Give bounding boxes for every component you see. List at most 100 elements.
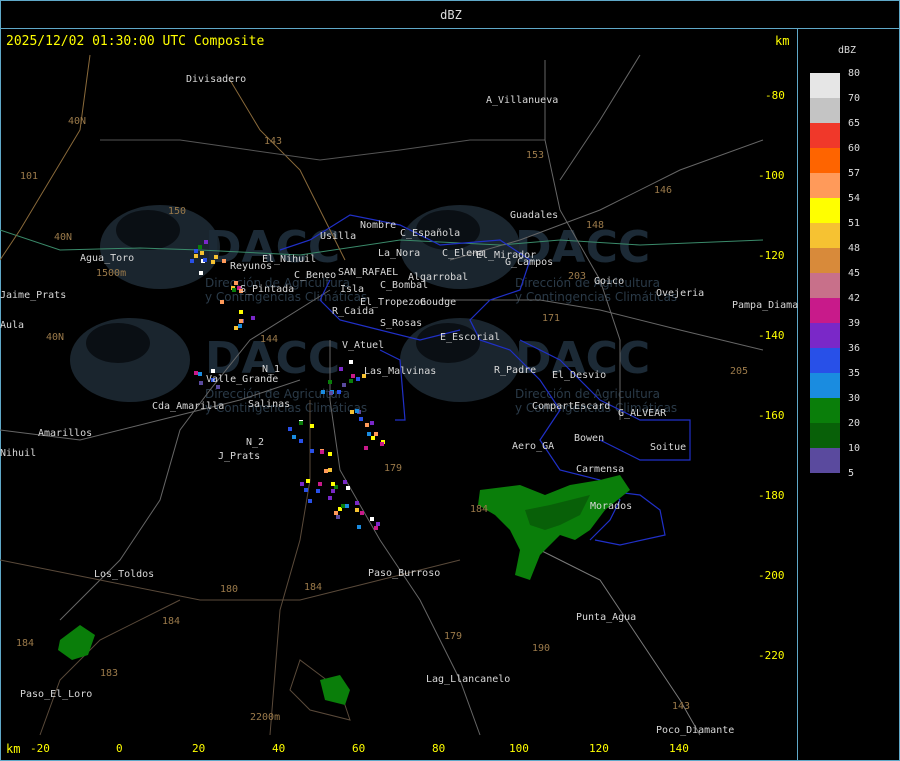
svg-text:SAN_RAFAEL: SAN_RAFAEL bbox=[338, 267, 398, 278]
echo-cluster-south bbox=[320, 675, 350, 705]
place-labels: Divisadero A_Villanueva Guadales Usilla … bbox=[0, 74, 798, 736]
echo-cell bbox=[204, 240, 208, 244]
y-tick: -80 bbox=[765, 89, 785, 102]
svg-text:179: 179 bbox=[384, 463, 402, 474]
svg-text:Divisadero: Divisadero bbox=[186, 74, 246, 85]
svg-text:Cda_Amarilla: Cda_Amarilla bbox=[152, 401, 224, 412]
x-tick: 40 bbox=[272, 742, 286, 755]
svg-text:C_Bombal: C_Bombal bbox=[380, 280, 428, 291]
echo-cell bbox=[357, 525, 361, 529]
legend-label: 57 bbox=[848, 168, 861, 179]
svg-text:Guadales: Guadales bbox=[510, 210, 558, 221]
echo-cell bbox=[198, 372, 202, 376]
legend-swatch bbox=[810, 273, 840, 298]
legend-label: 35 bbox=[848, 368, 861, 379]
y-tick: -220 bbox=[758, 649, 785, 662]
y-tick: -100 bbox=[758, 169, 785, 182]
svg-text:148: 148 bbox=[586, 220, 604, 231]
svg-text:40N: 40N bbox=[54, 232, 72, 243]
legend-label: 20 bbox=[848, 418, 861, 429]
watermark-brand: DACC bbox=[205, 222, 340, 273]
echo-cluster-southwest bbox=[58, 625, 95, 660]
svg-text:El_Desvio: El_Desvio bbox=[552, 370, 606, 381]
svg-text:150: 150 bbox=[168, 206, 186, 217]
svg-text:184: 184 bbox=[16, 638, 34, 649]
echo-cell bbox=[199, 271, 203, 275]
echo-cell bbox=[194, 254, 198, 258]
radar-map[interactable]: DACC Dirección de Agricultura y Continge… bbox=[0, 0, 798, 761]
svg-text:Pampa_Diamante: Pampa_Diamante bbox=[732, 300, 798, 311]
legend-label: 48 bbox=[848, 243, 861, 254]
svg-text:205: 205 bbox=[730, 366, 748, 377]
svg-text:Salinas: Salinas bbox=[248, 399, 290, 410]
x-tick: 60 bbox=[352, 742, 366, 755]
echo-cell bbox=[194, 371, 198, 375]
echo-cell bbox=[239, 310, 243, 314]
y-axis-unit: km bbox=[775, 34, 790, 48]
svg-text:40N: 40N bbox=[68, 116, 86, 127]
x-tick: 120 bbox=[589, 742, 609, 755]
x-tick: 20 bbox=[192, 742, 206, 755]
echo-cell bbox=[239, 319, 243, 323]
echo-cell bbox=[339, 367, 343, 371]
echo-cell bbox=[198, 245, 202, 249]
echo-cell bbox=[359, 417, 363, 421]
svg-text:R_Padre: R_Padre bbox=[494, 365, 536, 376]
x-tick: 140 bbox=[669, 742, 689, 755]
legend-swatch bbox=[810, 348, 840, 373]
watermark-subtitle: y Contingencias Climáticas bbox=[515, 290, 677, 304]
svg-text:184: 184 bbox=[304, 582, 322, 593]
x-tick: -20 bbox=[30, 742, 50, 755]
echo-cell bbox=[321, 390, 325, 394]
svg-text:N_1: N_1 bbox=[262, 364, 280, 375]
svg-text:Aero_GA: Aero_GA bbox=[512, 441, 554, 452]
svg-text:144: 144 bbox=[260, 334, 278, 345]
echo-cell bbox=[190, 259, 194, 263]
legend-label: 5 bbox=[848, 468, 855, 479]
echo-cell bbox=[199, 381, 203, 385]
legend-label: 36 bbox=[848, 343, 861, 354]
svg-text:Jaime_Prats: Jaime_Prats bbox=[0, 290, 66, 301]
echo-cell bbox=[370, 517, 374, 521]
svg-text:Poco_Diamante: Poco_Diamante bbox=[656, 725, 734, 736]
svg-text:Carmensa: Carmensa bbox=[576, 464, 624, 475]
legend-label: 70 bbox=[848, 93, 861, 104]
legend-swatch bbox=[810, 198, 840, 223]
echo-cell bbox=[345, 504, 349, 508]
echo-cell bbox=[364, 446, 368, 450]
echo-cell bbox=[214, 255, 218, 259]
svg-text:203: 203 bbox=[568, 271, 586, 282]
svg-text:Nihuil: Nihuil bbox=[0, 448, 36, 459]
x-tick: 80 bbox=[432, 742, 446, 755]
echo-cell bbox=[343, 480, 347, 484]
echo-cell bbox=[331, 489, 335, 493]
svg-text:J_Prats: J_Prats bbox=[218, 451, 260, 462]
svg-text:C_Española: C_Española bbox=[400, 228, 460, 239]
timestamp-label: 2025/12/02 01:30:00 UTC Composite bbox=[6, 34, 265, 49]
precip-echoes bbox=[58, 475, 630, 705]
svg-text:S_Pintada: S_Pintada bbox=[240, 284, 294, 295]
svg-text:153: 153 bbox=[526, 150, 544, 161]
svg-text:190: 190 bbox=[532, 643, 550, 654]
svg-text:C_Beneo: C_Beneo bbox=[294, 270, 336, 281]
echo-cell bbox=[222, 259, 226, 263]
svg-text:Bowen: Bowen bbox=[574, 433, 604, 444]
legend-swatch bbox=[810, 73, 840, 98]
svg-text:Lag_Llancanelo: Lag_Llancanelo bbox=[426, 674, 510, 685]
svg-text:Los_Toldos: Los_Toldos bbox=[94, 569, 154, 580]
svg-text:184: 184 bbox=[470, 504, 488, 515]
svg-text:180: 180 bbox=[220, 584, 238, 595]
echo-cell bbox=[371, 436, 375, 440]
echo-cell bbox=[306, 479, 310, 483]
legend-swatch bbox=[810, 373, 840, 398]
svg-text:171: 171 bbox=[542, 313, 560, 324]
echo-cell bbox=[299, 421, 303, 425]
echo-cell bbox=[328, 468, 332, 472]
echo-cell bbox=[334, 511, 338, 515]
legend-swatch bbox=[810, 448, 840, 473]
legend-swatch bbox=[810, 148, 840, 173]
svg-text:1500m: 1500m bbox=[96, 268, 126, 279]
svg-text:G_ALVEAR: G_ALVEAR bbox=[618, 408, 667, 419]
echo-cell bbox=[337, 390, 341, 394]
echo-cell bbox=[346, 486, 350, 490]
